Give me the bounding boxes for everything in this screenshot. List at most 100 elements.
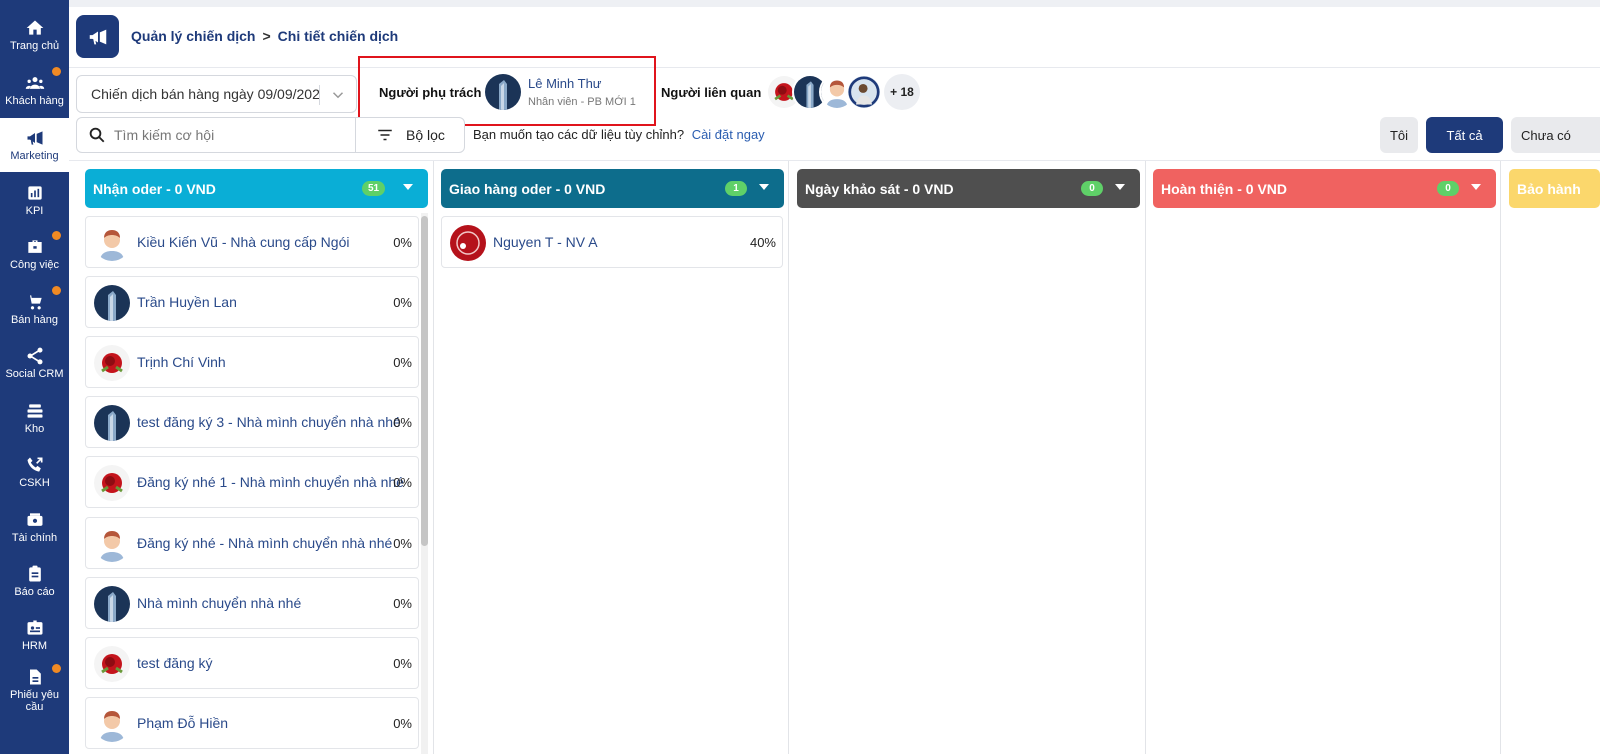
card-progress: 0%: [393, 235, 412, 250]
toolbar-divider: [69, 160, 1600, 161]
sidebar-item-finance[interactable]: Tài chính: [0, 500, 69, 554]
related-people-label: Người liên quan: [661, 85, 762, 100]
caret-down-icon[interactable]: [1471, 184, 1481, 190]
cartoon-man-avatar-icon: [94, 526, 130, 562]
column-count-badge: 0: [1081, 181, 1103, 196]
owner-avatar[interactable]: [485, 74, 521, 110]
notification-dot: [52, 664, 61, 673]
opportunity-card[interactable]: Nhà mình chuyển nhà nhé 0%: [85, 577, 419, 629]
opportunity-card[interactable]: Đăng ký nhé - Nhà mình chuyển nhà nhé 0%: [85, 517, 419, 569]
rose-avatar-icon: [94, 345, 130, 381]
chevron-down-icon[interactable]: [329, 86, 347, 104]
column-header-nhan-oder[interactable]: Nhận oder - 0 VND 51: [85, 169, 428, 208]
sidebar-item-label: Bán hàng: [10, 314, 59, 326]
sidebar-item-home[interactable]: Trang chủ: [0, 8, 69, 62]
sidebar-item-hrm[interactable]: HRM: [0, 608, 69, 662]
app-root: Trang chủ Khách hàng Marketing KPI Công …: [0, 0, 1600, 754]
card-progress: 0%: [393, 415, 412, 430]
filter-unassigned-button[interactable]: Chưa có: [1511, 117, 1600, 153]
column-header-bao-hanh[interactable]: Bảo hành: [1509, 169, 1600, 208]
opportunity-card[interactable]: test đăng ký 3 - Nhà mình chuyển nhà nhé…: [85, 396, 419, 448]
sidebar-item-label: Công việc: [10, 259, 59, 271]
filter-all-button[interactable]: Tất cả: [1426, 117, 1503, 153]
related-avatar[interactable]: [846, 74, 882, 110]
card-title: Trịnh Chí Vinh: [137, 354, 226, 370]
owner-name[interactable]: Lê Minh Thư: [528, 76, 602, 91]
sidebar-item-work[interactable]: Công việc: [0, 227, 69, 281]
sidebar-item-reports[interactable]: Báo cáo: [0, 554, 69, 608]
sidebar-item-cskh[interactable]: CSKH: [0, 445, 69, 499]
caret-down-icon[interactable]: [403, 184, 413, 190]
header-divider: [69, 67, 1600, 68]
warehouse-icon: [27, 404, 42, 418]
cartoon-man-avatar-icon: [94, 225, 130, 261]
sidebar-item-label: KPI: [25, 205, 44, 217]
customers-icon: [25, 77, 44, 89]
card-progress: 0%: [393, 596, 412, 611]
opportunity-card[interactable]: Trịnh Chí Vinh 0%: [85, 336, 419, 388]
filter-button[interactable]: Bộ lọc: [355, 117, 465, 153]
sidebar-item-social-crm[interactable]: Social CRM: [0, 336, 69, 390]
filter-button-label: Bộ lọc: [406, 127, 445, 143]
cartoon-man-avatar-icon: [94, 706, 130, 742]
search-input[interactable]: [114, 127, 344, 143]
sidebar-item-label: Marketing: [10, 150, 59, 162]
breadcrumb: Quản lý chiến dịch > Chi tiết chiến dịch: [131, 28, 398, 44]
card-progress: 0%: [393, 355, 412, 370]
column-header-giao-hang-oder[interactable]: Giao hàng oder - 0 VND 1: [441, 169, 784, 208]
wallet-icon: [27, 513, 42, 526]
column-count-badge: 0: [1437, 181, 1459, 196]
column-separator: [1145, 161, 1146, 754]
sidebar: Trang chủ Khách hàng Marketing KPI Công …: [0, 0, 69, 754]
card-progress: 0%: [393, 475, 412, 490]
campaign-module-icon: [76, 15, 119, 58]
avatar: [94, 586, 130, 622]
sidebar-item-warehouse[interactable]: Kho: [0, 391, 69, 445]
setup-now-link[interactable]: Cài đặt ngay: [692, 127, 765, 142]
custom-data-prompt: Bạn muốn tạo các dữ liệu tùy chỉnh? Cài …: [473, 127, 765, 142]
sidebar-item-requests[interactable]: Phiếu yêu cầu: [0, 660, 69, 720]
opportunity-card[interactable]: Đăng ký nhé 1 - Nhà mình chuyển nhà nhé …: [85, 456, 419, 508]
card-title: Đăng ký nhé 1 - Nhà mình chuyển nhà nhé: [137, 474, 404, 490]
home-icon: [26, 20, 43, 35]
custom-data-prompt-text: Bạn muốn tạo các dữ liệu tùy chỉnh?: [473, 127, 685, 142]
card-progress: 0%: [393, 716, 412, 731]
column-title: Ngày khảo sát - 0 VND: [805, 180, 954, 197]
sidebar-item-marketing[interactable]: Marketing: [0, 118, 69, 172]
avatar: [94, 225, 130, 261]
card-title: Nhà mình chuyển nhà nhé: [137, 595, 302, 611]
caret-down-icon[interactable]: [759, 184, 769, 190]
select-divider: [319, 85, 320, 105]
campaign-select-value: Chiến dịch bán hàng ngày 09/09/2023: [91, 86, 319, 102]
owner-role: Nhân viên - PB MỚI 1: [528, 96, 636, 108]
filter-me-button[interactable]: Tôi: [1380, 117, 1418, 153]
sidebar-item-sales[interactable]: Bán hàng: [0, 282, 69, 336]
sidebar-item-customers[interactable]: Khách hàng: [0, 63, 69, 117]
notification-dot: [52, 231, 61, 240]
column-scrollbar-thumb[interactable]: [421, 216, 428, 546]
opportunity-card[interactable]: Trần Huyền Lan 0%: [85, 276, 419, 328]
opportunity-card[interactable]: test đăng ký 0%: [85, 637, 419, 689]
campaign-select[interactable]: Chiến dịch bán hàng ngày 09/09/2023: [76, 75, 357, 113]
building-avatar-icon: [94, 405, 130, 441]
column-header-ngay-khao-sat[interactable]: Ngày khảo sát - 0 VND 0: [797, 169, 1140, 208]
card-title: Phạm Đỗ Hiền: [137, 715, 229, 731]
caret-down-icon[interactable]: [1115, 184, 1125, 190]
opportunity-card[interactable]: Nguyen T - NV A 40%: [441, 216, 783, 268]
building-avatar-icon: [94, 586, 130, 622]
avatar: [94, 526, 130, 562]
filter-lines-icon: [378, 129, 392, 141]
related-more-badge[interactable]: + 18: [884, 74, 920, 110]
column-header-hoan-thien[interactable]: Hoàn thiện - 0 VND 0: [1153, 169, 1496, 208]
sidebar-item-kpi[interactable]: KPI: [0, 173, 69, 227]
column-separator: [433, 161, 434, 754]
sidebar-item-label: CSKH: [19, 477, 50, 489]
card-title: Kiều Kiến Vũ - Nhà cung cấp Ngói: [137, 234, 350, 250]
breadcrumb-current: Chi tiết chiến dịch: [277, 28, 399, 44]
opportunity-card[interactable]: Kiều Kiến Vũ - Nhà cung cấp Ngói 0%: [85, 216, 419, 268]
opportunity-card[interactable]: Phạm Đỗ Hiền 0%: [85, 697, 419, 749]
card-title: Trần Huyền Lan: [137, 294, 237, 310]
card-title: Đăng ký nhé - Nhà mình chuyển nhà nhé: [137, 535, 393, 551]
briefcase-icon: [27, 240, 42, 253]
breadcrumb-parent-link[interactable]: Quản lý chiến dịch: [131, 28, 255, 44]
